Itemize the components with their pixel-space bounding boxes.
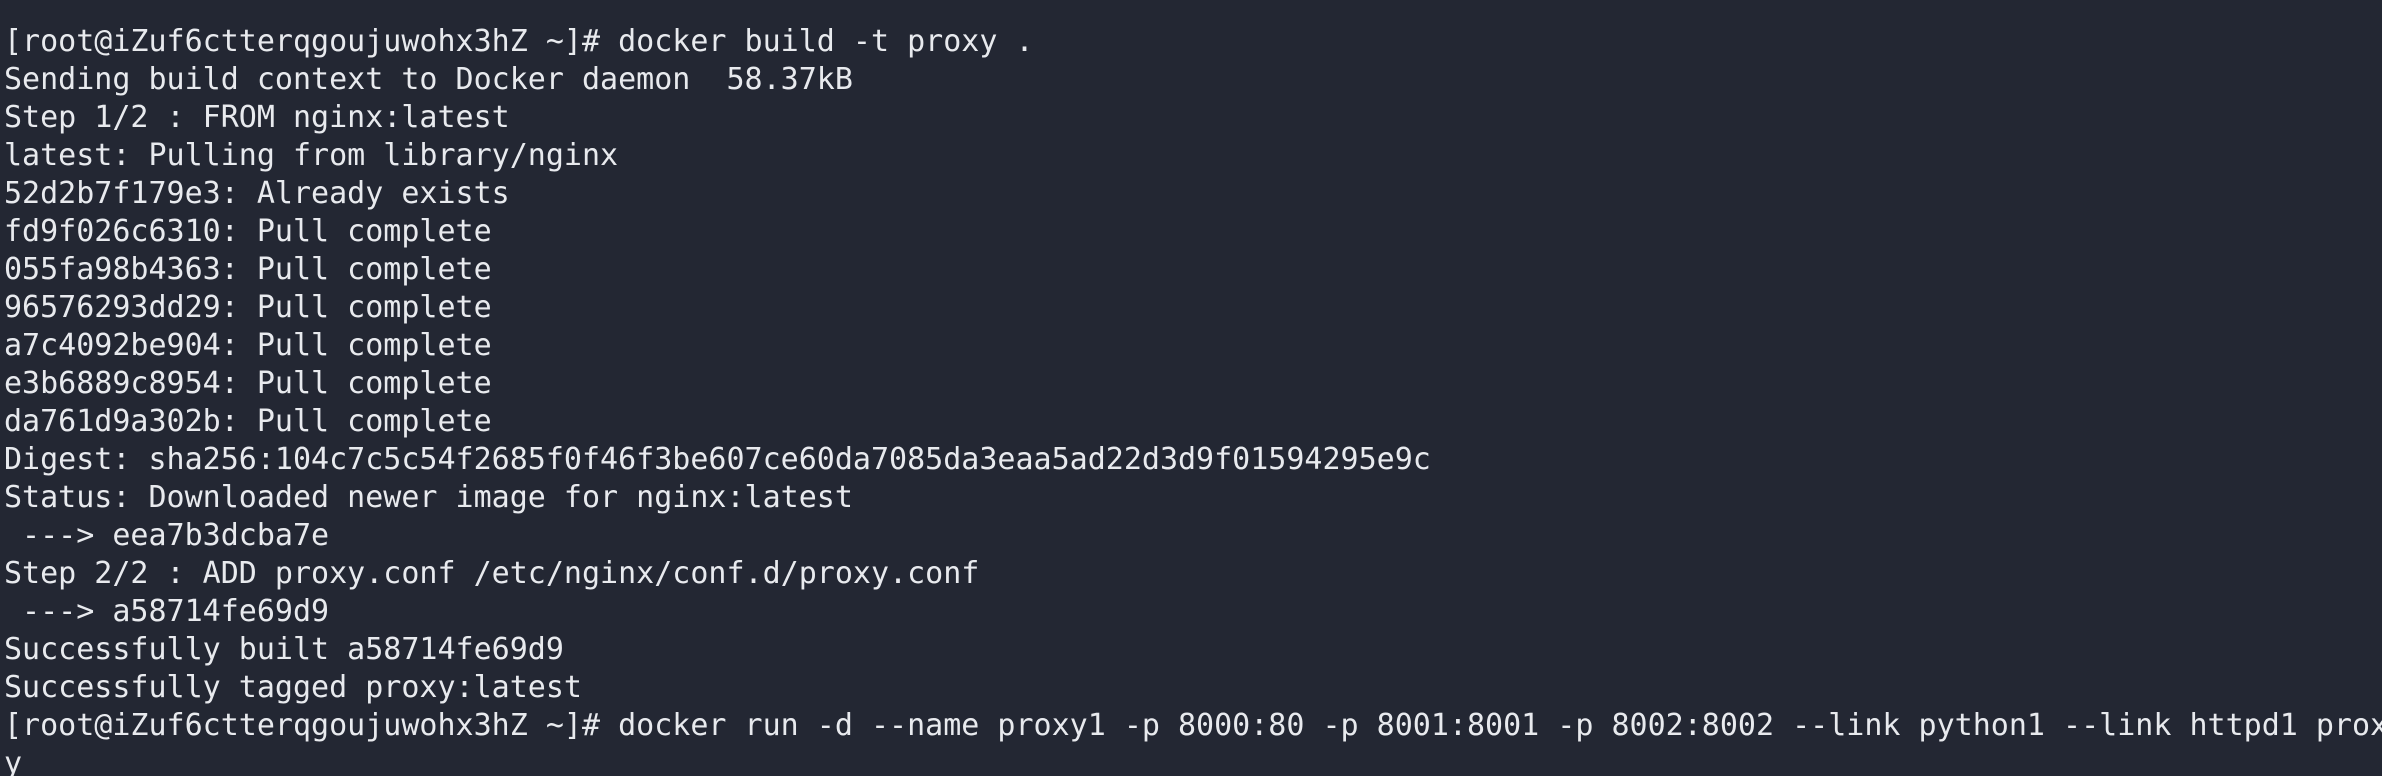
terminal-line: Successfully tagged proxy:latest bbox=[4, 670, 582, 705]
terminal-output: [root@iZuf6ctterqgoujuwohx3hZ ~]# docker… bbox=[4, 0, 2382, 776]
terminal-line: Successfully built a58714fe69d9 bbox=[4, 632, 564, 667]
terminal-line: 96576293dd29: Pull complete bbox=[4, 290, 492, 325]
terminal-line: ---> eea7b3dcba7e bbox=[4, 518, 330, 553]
terminal-line: fd9f026c6310: Pull complete bbox=[4, 214, 492, 249]
terminal-line: Sending build context to Docker daemon 5… bbox=[4, 62, 853, 97]
terminal-line: Digest: sha256:104c7c5c54f2685f0f46f3be6… bbox=[4, 442, 1431, 477]
terminal-line: latest: Pulling from library/nginx bbox=[4, 138, 619, 173]
terminal-line: 52d2b7f179e3: Already exists bbox=[4, 176, 510, 211]
terminal-line: Step 2/2 : ADD proxy.conf /etc/nginx/con… bbox=[4, 556, 980, 591]
terminal-line: 055fa98b4363: Pull complete bbox=[4, 252, 492, 287]
terminal-line: [root@iZuf6ctterqgoujuwohx3hZ ~]# docker… bbox=[4, 24, 1034, 59]
terminal-partial-top-line bbox=[4, 0, 2382, 23]
terminal-window[interactable]: [root@iZuf6ctterqgoujuwohx3hZ ~]# docker… bbox=[0, 0, 2382, 776]
terminal-line: Step 1/2 : FROM nginx:latest bbox=[4, 100, 510, 135]
terminal-line: y bbox=[4, 746, 23, 776]
terminal-line: a7c4092be904: Pull complete bbox=[4, 328, 492, 363]
terminal-line: e3b6889c8954: Pull complete bbox=[4, 366, 492, 401]
terminal-line: ---> a58714fe69d9 bbox=[4, 594, 330, 629]
terminal-line: Status: Downloaded newer image for nginx… bbox=[4, 480, 853, 515]
terminal-line: da761d9a302b: Pull complete bbox=[4, 404, 492, 439]
terminal-line: [root@iZuf6ctterqgoujuwohx3hZ ~]# docker… bbox=[4, 708, 2382, 743]
